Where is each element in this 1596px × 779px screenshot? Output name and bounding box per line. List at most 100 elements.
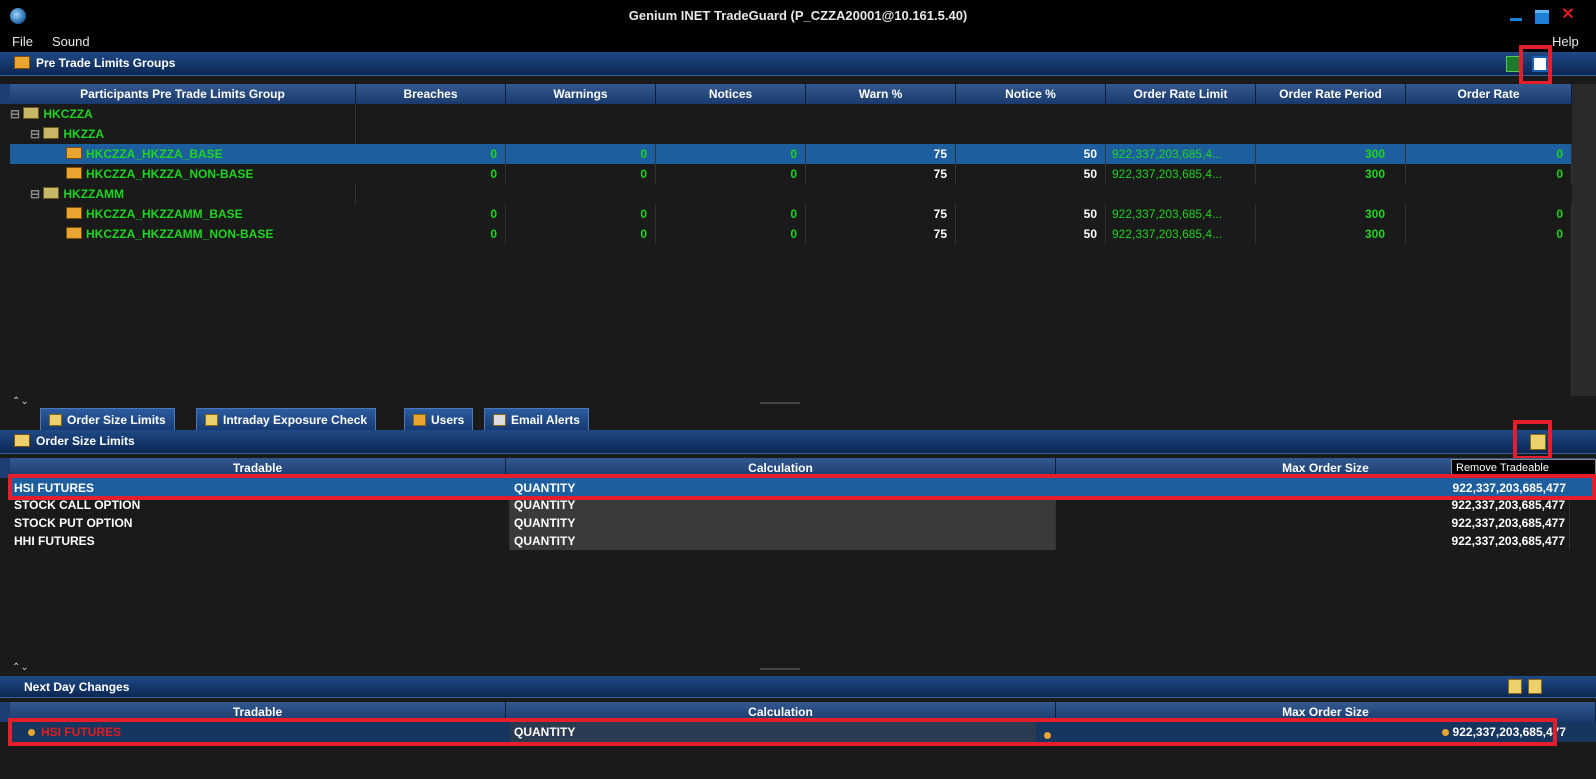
- splitter-handle[interactable]: [760, 668, 800, 670]
- warnings-value: 0: [506, 144, 656, 164]
- order-rate-period-value: 300: [1256, 144, 1406, 164]
- groups-scrollbar[interactable]: [1572, 84, 1596, 396]
- close-button[interactable]: ✕: [1556, 6, 1580, 24]
- tab-label: Order Size Limits: [67, 413, 166, 427]
- tree-row[interactable]: HKCZZA_HKZZA_NON-BASE 0 0 0 75 50 922,33…: [10, 164, 1572, 184]
- tree-row[interactable]: ⊟ HKCZZA: [0, 104, 1572, 124]
- warn-pct-value: 75: [806, 204, 956, 224]
- tab-email-alerts[interactable]: Email Alerts: [484, 408, 589, 430]
- tab-order-size-limits[interactable]: Order Size Limits: [40, 408, 175, 430]
- col-order-rate[interactable]: Order Rate: [1406, 84, 1572, 104]
- order-rate-value: 0: [1406, 204, 1572, 224]
- col-participants-group[interactable]: Participants Pre Trade Limits Group: [10, 84, 356, 104]
- minimize-button[interactable]: [1504, 6, 1528, 24]
- tab-intraday-exposure-check[interactable]: Intraday Exposure Check: [196, 408, 377, 430]
- tree-row-label: HKCZZA_HKZZA_NON-BASE: [86, 167, 254, 181]
- table-icon: [14, 434, 30, 447]
- tree-row-label: HKCZZA_HKZZAMM_NON-BASE: [86, 227, 274, 241]
- max-order-size-cell: 922,337,203,685,477: [1056, 532, 1570, 550]
- order-size-empty-area: [10, 550, 1596, 662]
- title-bar: Genium INET TradeGuard (P_CZZA20001@10.1…: [0, 0, 1596, 32]
- tree-row[interactable]: ⊟ HKZZA: [0, 124, 1572, 144]
- menu-file[interactable]: File: [12, 34, 33, 49]
- menu-bar: File Sound Help: [0, 32, 1596, 52]
- collapse-toggle-icon[interactable]: ⊟: [30, 127, 43, 141]
- groups-grid-header: Participants Pre Trade Limits Group Brea…: [0, 84, 1596, 104]
- tree-row-label: HKCZZA_HKZZA_BASE: [86, 147, 223, 161]
- remove-change-icon[interactable]: [1528, 679, 1542, 694]
- order-rate-limit-value: 922,337,203,685,4...: [1106, 164, 1256, 184]
- tree-row[interactable]: HKCZZA_HKZZAMM_BASE 0 0 0 75 50 922,337,…: [10, 204, 1572, 224]
- window-title: Genium INET TradeGuard (P_CZZA20001@10.1…: [628, 8, 968, 23]
- next-day-panel-title: Next Day Changes: [24, 680, 130, 694]
- breaches-value: 0: [356, 164, 506, 184]
- breaches-value: 0: [356, 144, 506, 164]
- notice-pct-value: 50: [956, 224, 1106, 244]
- col-breaches[interactable]: Breaches: [356, 84, 506, 104]
- col-notices[interactable]: Notices: [656, 84, 806, 104]
- tree-row-label: HKZZA: [63, 127, 105, 141]
- order-rate-period-value: 300: [1256, 204, 1406, 224]
- notices-value: 0: [656, 204, 806, 224]
- order-size-panel-title: Order Size Limits: [36, 434, 135, 448]
- table-icon: [205, 414, 218, 426]
- col-notice-pct[interactable]: Notice %: [956, 84, 1106, 104]
- order-size-row[interactable]: HHI FUTURES QUANTITY 922,337,203,685,477: [10, 532, 1596, 550]
- tab-users[interactable]: Users: [404, 408, 474, 430]
- order-size-row[interactable]: STOCK PUT OPTION QUANTITY 922,337,203,68…: [10, 514, 1596, 532]
- warnings-value: 0: [506, 224, 656, 244]
- limit-group-icon: [66, 147, 82, 159]
- order-rate-value: 0: [1406, 224, 1572, 244]
- add-change-icon[interactable]: [1508, 679, 1522, 694]
- table-icon: [49, 414, 62, 426]
- maximize-button[interactable]: [1530, 6, 1554, 24]
- tree-row-label: HKZZAMM: [63, 187, 125, 201]
- warn-pct-value: 75: [806, 144, 956, 164]
- notice-pct-value: 50: [956, 204, 1106, 224]
- tree-row-selected[interactable]: HKCZZA_HKZZA_BASE 0 0 0 75 50 922,337,20…: [10, 144, 1572, 164]
- tradeguard-window: Genium INET TradeGuard (P_CZZA20001@10.1…: [0, 0, 1596, 779]
- limit-group-icon: [66, 167, 82, 179]
- collapse-expand-icon[interactable]: ⌃⌄: [12, 662, 29, 673]
- tab-label: Email Alerts: [511, 413, 580, 427]
- order-rate-period-value: 300: [1256, 164, 1406, 184]
- next-day-row-highlight: [8, 718, 1557, 746]
- group-node-icon: [23, 107, 40, 119]
- user-icon: [413, 414, 426, 426]
- tree-row[interactable]: ⊟ HKZZAMM: [0, 184, 1572, 204]
- tradable-cell: STOCK PUT OPTION: [14, 514, 510, 532]
- remove-button-highlight: [1513, 420, 1552, 460]
- splitter-handle[interactable]: [760, 402, 800, 404]
- envelope-icon: [493, 414, 506, 426]
- col-warnings[interactable]: Warnings: [506, 84, 656, 104]
- order-rate-limit-value: 922,337,203,685,4...: [1106, 204, 1256, 224]
- tab-label: Users: [431, 413, 465, 427]
- notices-value: 0: [656, 224, 806, 244]
- next-day-empty-area: [0, 746, 1596, 779]
- warnings-value: 0: [506, 164, 656, 184]
- save-button-highlight: [1519, 45, 1552, 85]
- order-rate-value: 0: [1406, 144, 1572, 164]
- col-order-rate-limit[interactable]: Order Rate Limit: [1106, 84, 1256, 104]
- limit-group-icon: [66, 227, 82, 239]
- order-size-panel-header: Order Size Limits: [0, 430, 1596, 454]
- group-node-icon: [43, 187, 60, 199]
- col-order-rate-period[interactable]: Order Rate Period: [1256, 84, 1406, 104]
- menu-sound[interactable]: Sound: [52, 34, 90, 49]
- col-warn-pct[interactable]: Warn %: [806, 84, 956, 104]
- tree-row[interactable]: HKCZZA_HKZZAMM_NON-BASE 0 0 0 75 50 922,…: [10, 224, 1572, 244]
- order-rate-limit-value: 922,337,203,685,4...: [1106, 224, 1256, 244]
- groups-folder-icon: [14, 56, 30, 69]
- tab-bar: Order Size Limits Intraday Exposure Chec…: [0, 406, 1596, 430]
- groups-panel-title: Pre Trade Limits Groups: [36, 56, 176, 70]
- groups-grid-empty-area: [10, 244, 1572, 396]
- notice-pct-value: 50: [956, 144, 1106, 164]
- breaches-value: 0: [356, 224, 506, 244]
- collapse-toggle-icon[interactable]: ⊟: [10, 107, 23, 121]
- collapse-toggle-icon[interactable]: ⊟: [30, 187, 43, 201]
- menu-help[interactable]: Help: [1552, 34, 1579, 49]
- warn-pct-value: 75: [806, 224, 956, 244]
- limit-group-icon: [66, 207, 82, 219]
- notice-pct-value: 50: [956, 164, 1106, 184]
- order-rate-period-value: 300: [1256, 224, 1406, 244]
